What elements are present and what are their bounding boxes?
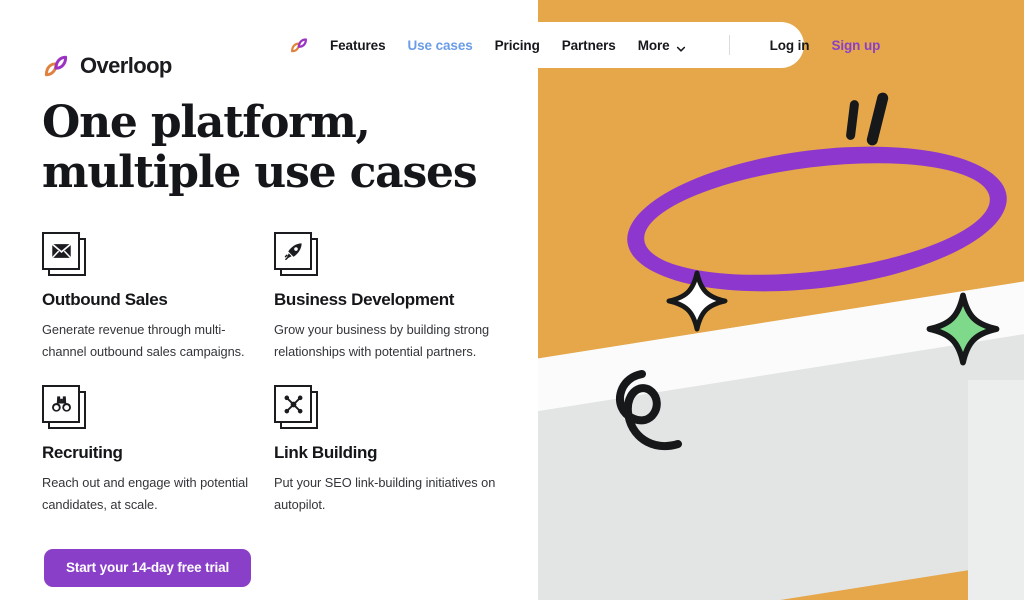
nav-link-features[interactable]: Features [330, 38, 386, 53]
binoculars-icon [42, 385, 80, 423]
headline-line-2: multiple use cases [42, 146, 478, 198]
nav-link-signup[interactable]: Sign up [831, 38, 880, 53]
desk-right-area [968, 380, 1024, 600]
feature-card-outbound-sales: Outbound Sales Generate revenue through … [42, 232, 264, 363]
landing-page: Features Use cases Pricing Partners More… [0, 0, 1024, 600]
feature-description: Put your SEO link-building initiatives o… [274, 475, 496, 512]
rocket-icon [274, 232, 312, 270]
navbar-links: Features Use cases Pricing Partners More… [330, 35, 880, 55]
brand-name: Overloop [80, 53, 172, 78]
feature-description: Reach out and engage with potential cand… [42, 475, 248, 512]
nav-link-more[interactable]: More [638, 38, 685, 53]
network-nodes-icon [274, 385, 312, 423]
feature-title: Recruiting [42, 443, 123, 462]
nav-link-use-cases[interactable]: Use cases [407, 38, 472, 53]
green-sparkle-star-icon [926, 292, 1000, 366]
headline-line-1: One platform, [42, 97, 371, 148]
chevron-down-icon [676, 41, 685, 52]
start-free-trial-button[interactable]: Start your 14-day free trial [44, 549, 252, 587]
feature-icon-wrapper [274, 385, 318, 429]
feature-card-business-development: Business Development Grow your business … [274, 232, 496, 363]
feature-icon-wrapper [274, 232, 318, 276]
page-title: One platform, multiple use cases [42, 98, 522, 197]
feature-grid: Outbound Sales Generate revenue through … [42, 232, 522, 516]
navbar-divider [728, 35, 730, 55]
feature-title: Link Building [274, 443, 378, 462]
nav-link-login[interactable]: Log in [770, 38, 810, 53]
overloop-logo-mark-icon [42, 52, 70, 80]
main-navbar: Features Use cases Pricing Partners More… [268, 22, 880, 68]
feature-icon-wrapper [42, 232, 86, 276]
black-swirl-doodle-icon [600, 352, 720, 472]
feature-card-recruiting: Recruiting Reach out and engage with pot… [42, 385, 264, 516]
feature-description: Generate revenue through multi-channel o… [42, 322, 245, 359]
feature-card-link-building: Link Building Put your SEO link-building… [274, 385, 496, 516]
hero-illustration-panel [538, 0, 1024, 600]
feature-icon-wrapper [42, 385, 86, 429]
feature-description: Grow your business by building strong re… [274, 322, 490, 359]
nav-more-label: More [637, 37, 670, 53]
white-sparkle-star-icon [666, 270, 728, 332]
envelope-icon [42, 232, 80, 270]
nav-link-pricing[interactable]: Pricing [495, 38, 540, 53]
navbar-logo-mark-icon[interactable] [288, 34, 310, 56]
feature-title: Business Development [274, 290, 455, 309]
feature-title: Outbound Sales [42, 290, 168, 309]
nav-link-partners[interactable]: Partners [562, 38, 616, 53]
brand-logo[interactable]: Overloop [42, 52, 172, 80]
